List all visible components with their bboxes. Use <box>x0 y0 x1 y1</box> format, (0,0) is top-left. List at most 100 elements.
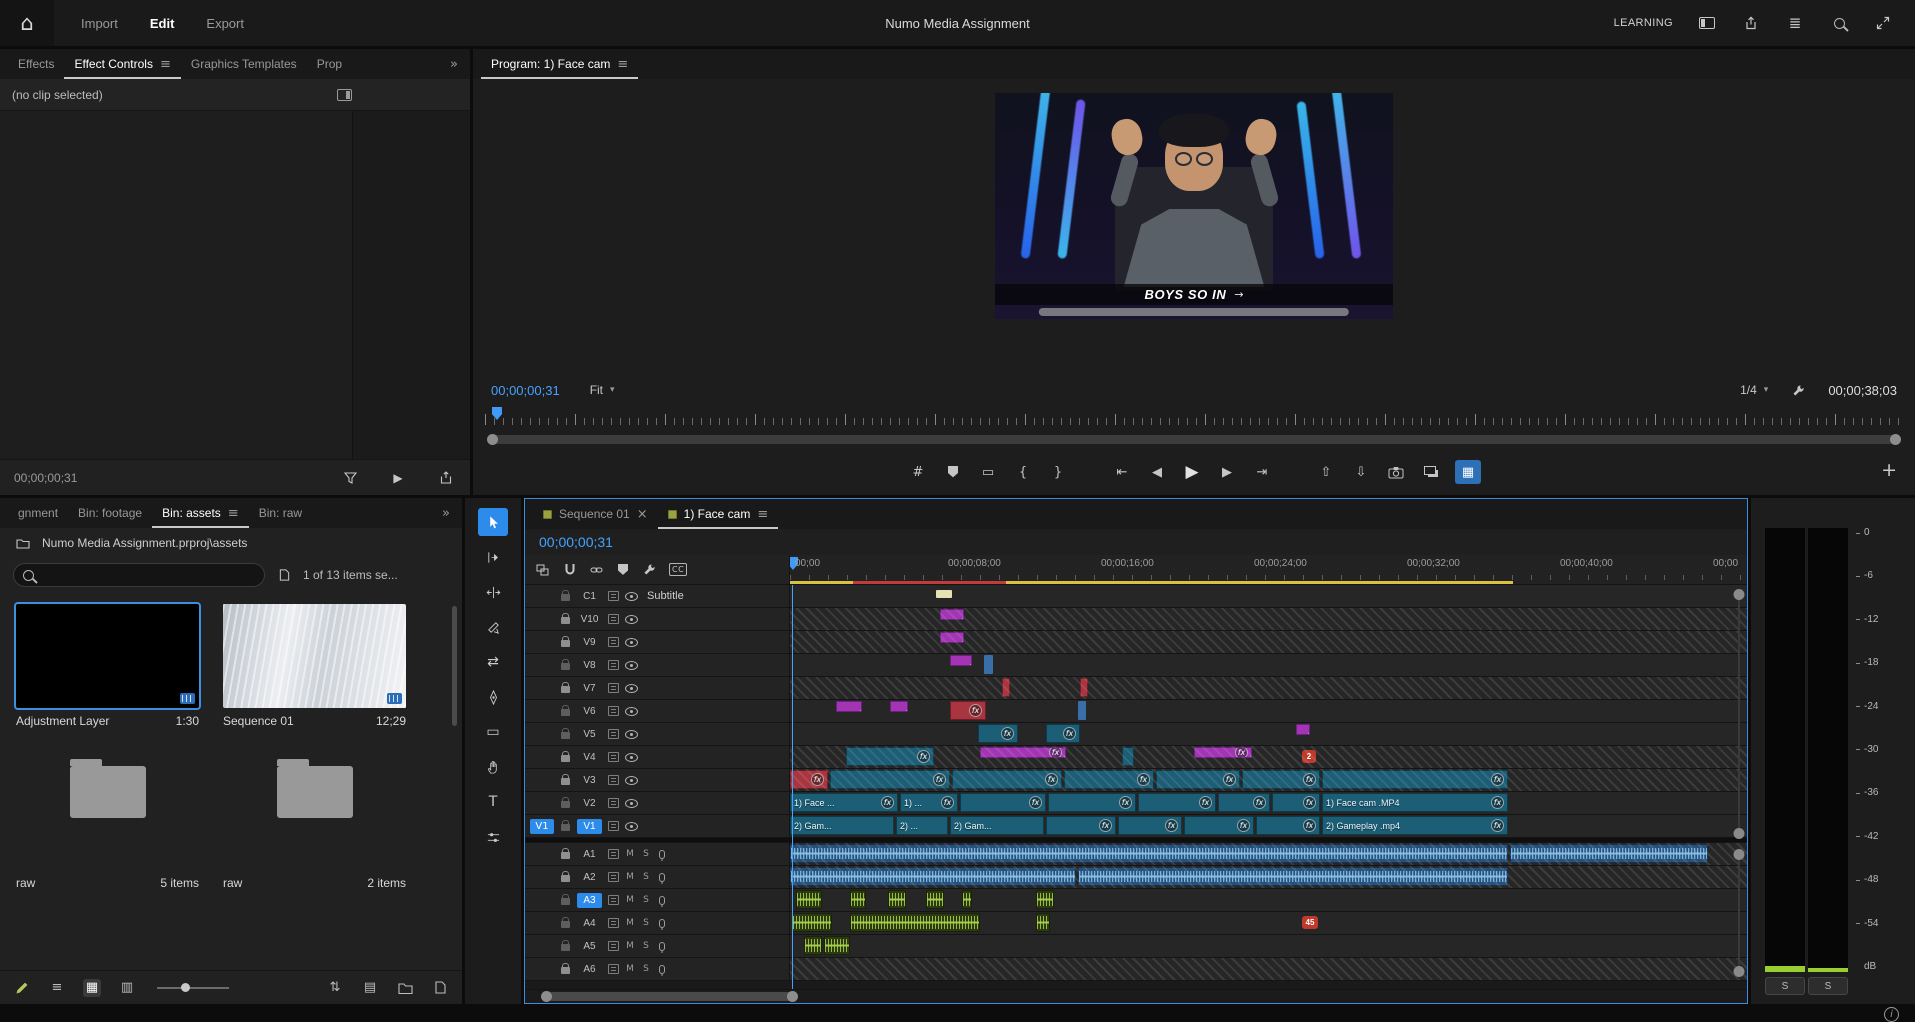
add-marker-icon[interactable] <box>616 560 630 580</box>
clip[interactable] <box>1078 867 1508 886</box>
bin-scrollbar[interactable] <box>452 606 457 726</box>
clip[interactable] <box>790 844 1508 863</box>
source-patch-c1[interactable] <box>530 589 554 604</box>
thumbnail-view-icon[interactable]: ▦ <box>83 979 101 997</box>
mute-button[interactable]: M <box>625 872 635 882</box>
lock-icon[interactable] <box>561 967 570 974</box>
track-target-v5[interactable]: V5 <box>577 727 602 742</box>
bin-breadcrumb[interactable]: Numo Media Assignment.prproj\assets <box>0 528 462 558</box>
solo-button[interactable]: S <box>1808 977 1848 995</box>
workspace-icon[interactable] <box>1697 13 1717 33</box>
export-frame-icon[interactable] <box>1385 460 1407 484</box>
timeline-view-toggle-icon[interactable] <box>337 89 352 101</box>
clip[interactable]: fx <box>1138 793 1216 812</box>
bin-tab-bin-raw[interactable]: Bin: raw <box>249 498 312 528</box>
sync-lock-icon[interactable] <box>608 591 619 601</box>
item-name[interactable]: raw <box>223 876 242 890</box>
panel-menu-icon[interactable]: ≡ <box>617 57 628 72</box>
timeline-display-settings-tool[interactable] <box>478 823 508 851</box>
comparison-view-icon[interactable] <box>1420 460 1442 484</box>
edit-pencil-icon[interactable] <box>13 979 31 997</box>
clip[interactable] <box>1296 724 1310 735</box>
source-patch-v5[interactable] <box>530 727 554 742</box>
hand-tool[interactable] <box>478 753 508 781</box>
bin-item-raw[interactable]: raw5 items <box>16 738 199 890</box>
toggle-track-output-icon[interactable] <box>625 661 638 670</box>
track-target-v1[interactable]: V1 <box>577 819 602 834</box>
solo-button[interactable]: S <box>1765 977 1805 995</box>
clip[interactable] <box>890 701 908 712</box>
track-target-c1[interactable]: C1 <box>577 589 602 604</box>
go-to-in-icon[interactable]: ⇤ <box>1111 460 1133 484</box>
pen-tool[interactable] <box>478 683 508 711</box>
voiceover-record-icon[interactable] <box>659 965 665 974</box>
clip[interactable]: fx <box>1046 724 1080 743</box>
source-patch-a5[interactable] <box>530 939 554 954</box>
sync-lock-icon[interactable] <box>608 941 619 951</box>
tab-graphics-templates[interactable]: Graphics Templates <box>181 49 307 79</box>
timeline-settings-wrench-icon[interactable] <box>642 560 657 580</box>
source-patch-a6[interactable] <box>530 962 554 977</box>
clip[interactable] <box>792 913 832 932</box>
play-in-to-out-icon[interactable]: ▶ <box>388 468 408 488</box>
tab-prop[interactable]: Prop <box>307 49 352 79</box>
playback-resolution-dropdown[interactable]: 1/4 ▾ <box>1740 383 1768 397</box>
sync-lock-icon[interactable] <box>608 821 619 831</box>
clip[interactable]: fx <box>1184 816 1254 835</box>
clip-2-gam[interactable]: 2) Gam... <box>950 816 1044 835</box>
clip[interactable]: fx <box>790 770 828 789</box>
track-target-a4[interactable]: A4 <box>577 916 602 931</box>
search-icon[interactable] <box>1829 13 1849 33</box>
toggle-track-output-icon[interactable] <box>625 730 638 739</box>
export-clip-icon[interactable] <box>436 468 456 488</box>
filmstrip-icon[interactable]: ▤ <box>361 979 379 997</box>
source-patch-a1[interactable] <box>530 847 554 862</box>
mute-button[interactable]: M <box>625 941 635 951</box>
track-target-a6[interactable]: A6 <box>577 962 602 977</box>
source-patch-v6[interactable] <box>530 704 554 719</box>
clip[interactable] <box>946 590 952 598</box>
video-tracks-scrollbar[interactable] <box>1733 589 1745 839</box>
mark-out-icon[interactable]: } <box>1047 460 1069 484</box>
timeline-tab-sequence-01[interactable]: Sequence 01× <box>533 499 658 529</box>
clip[interactable]: 2 <box>1302 750 1316 763</box>
clip-1-face-cam-mp4[interactable]: 1) Face cam .MP4fx <box>1322 793 1508 812</box>
clip[interactable] <box>850 913 980 932</box>
rectangle-tool[interactable]: ▭ <box>478 718 508 746</box>
source-patch-a3[interactable] <box>530 893 554 908</box>
track-target-v6[interactable]: V6 <box>577 704 602 719</box>
panel-stack-icon[interactable]: ≣ <box>1785 13 1805 33</box>
track-target-v7[interactable]: V7 <box>577 681 602 696</box>
source-patch-v8[interactable] <box>530 658 554 673</box>
track-target-a2[interactable]: A2 <box>577 870 602 885</box>
lock-icon[interactable] <box>561 663 570 670</box>
zoom-handle-right[interactable] <box>787 991 798 1002</box>
clip-2-gameplay-mp4[interactable]: 2) Gameplay .mp4fx <box>1322 816 1508 835</box>
sync-lock-icon[interactable] <box>608 706 619 716</box>
clip[interactable]: fx <box>960 793 1046 812</box>
mute-button[interactable]: M <box>625 849 635 859</box>
clip[interactable] <box>940 632 964 643</box>
zoom-handle-left[interactable] <box>541 991 552 1002</box>
source-patch-a4[interactable] <box>530 916 554 931</box>
solo-button[interactable]: S <box>641 872 651 882</box>
solo-button[interactable]: S <box>641 895 651 905</box>
clip[interactable]: fx <box>980 747 1066 758</box>
sync-lock-icon[interactable] <box>608 683 619 693</box>
sort-icon[interactable]: ⇅ <box>326 979 344 997</box>
source-patch-v2[interactable] <box>530 796 554 811</box>
track-select-forward-tool[interactable] <box>478 543 508 571</box>
clip[interactable] <box>804 936 822 955</box>
mute-button[interactable]: M <box>625 964 635 974</box>
timeline-timecode[interactable]: 00;00;00;31 <box>539 534 613 550</box>
clip[interactable] <box>1078 701 1086 720</box>
lock-icon[interactable] <box>561 594 570 601</box>
toggle-track-output-icon[interactable] <box>625 638 638 647</box>
clip[interactable] <box>984 655 993 674</box>
selection-tool[interactable] <box>478 508 508 536</box>
clip[interactable] <box>940 609 964 620</box>
clip[interactable] <box>1080 678 1088 697</box>
ripple-edit-tool[interactable] <box>478 578 508 606</box>
clip[interactable] <box>950 655 972 666</box>
new-bin-icon[interactable] <box>396 979 414 997</box>
